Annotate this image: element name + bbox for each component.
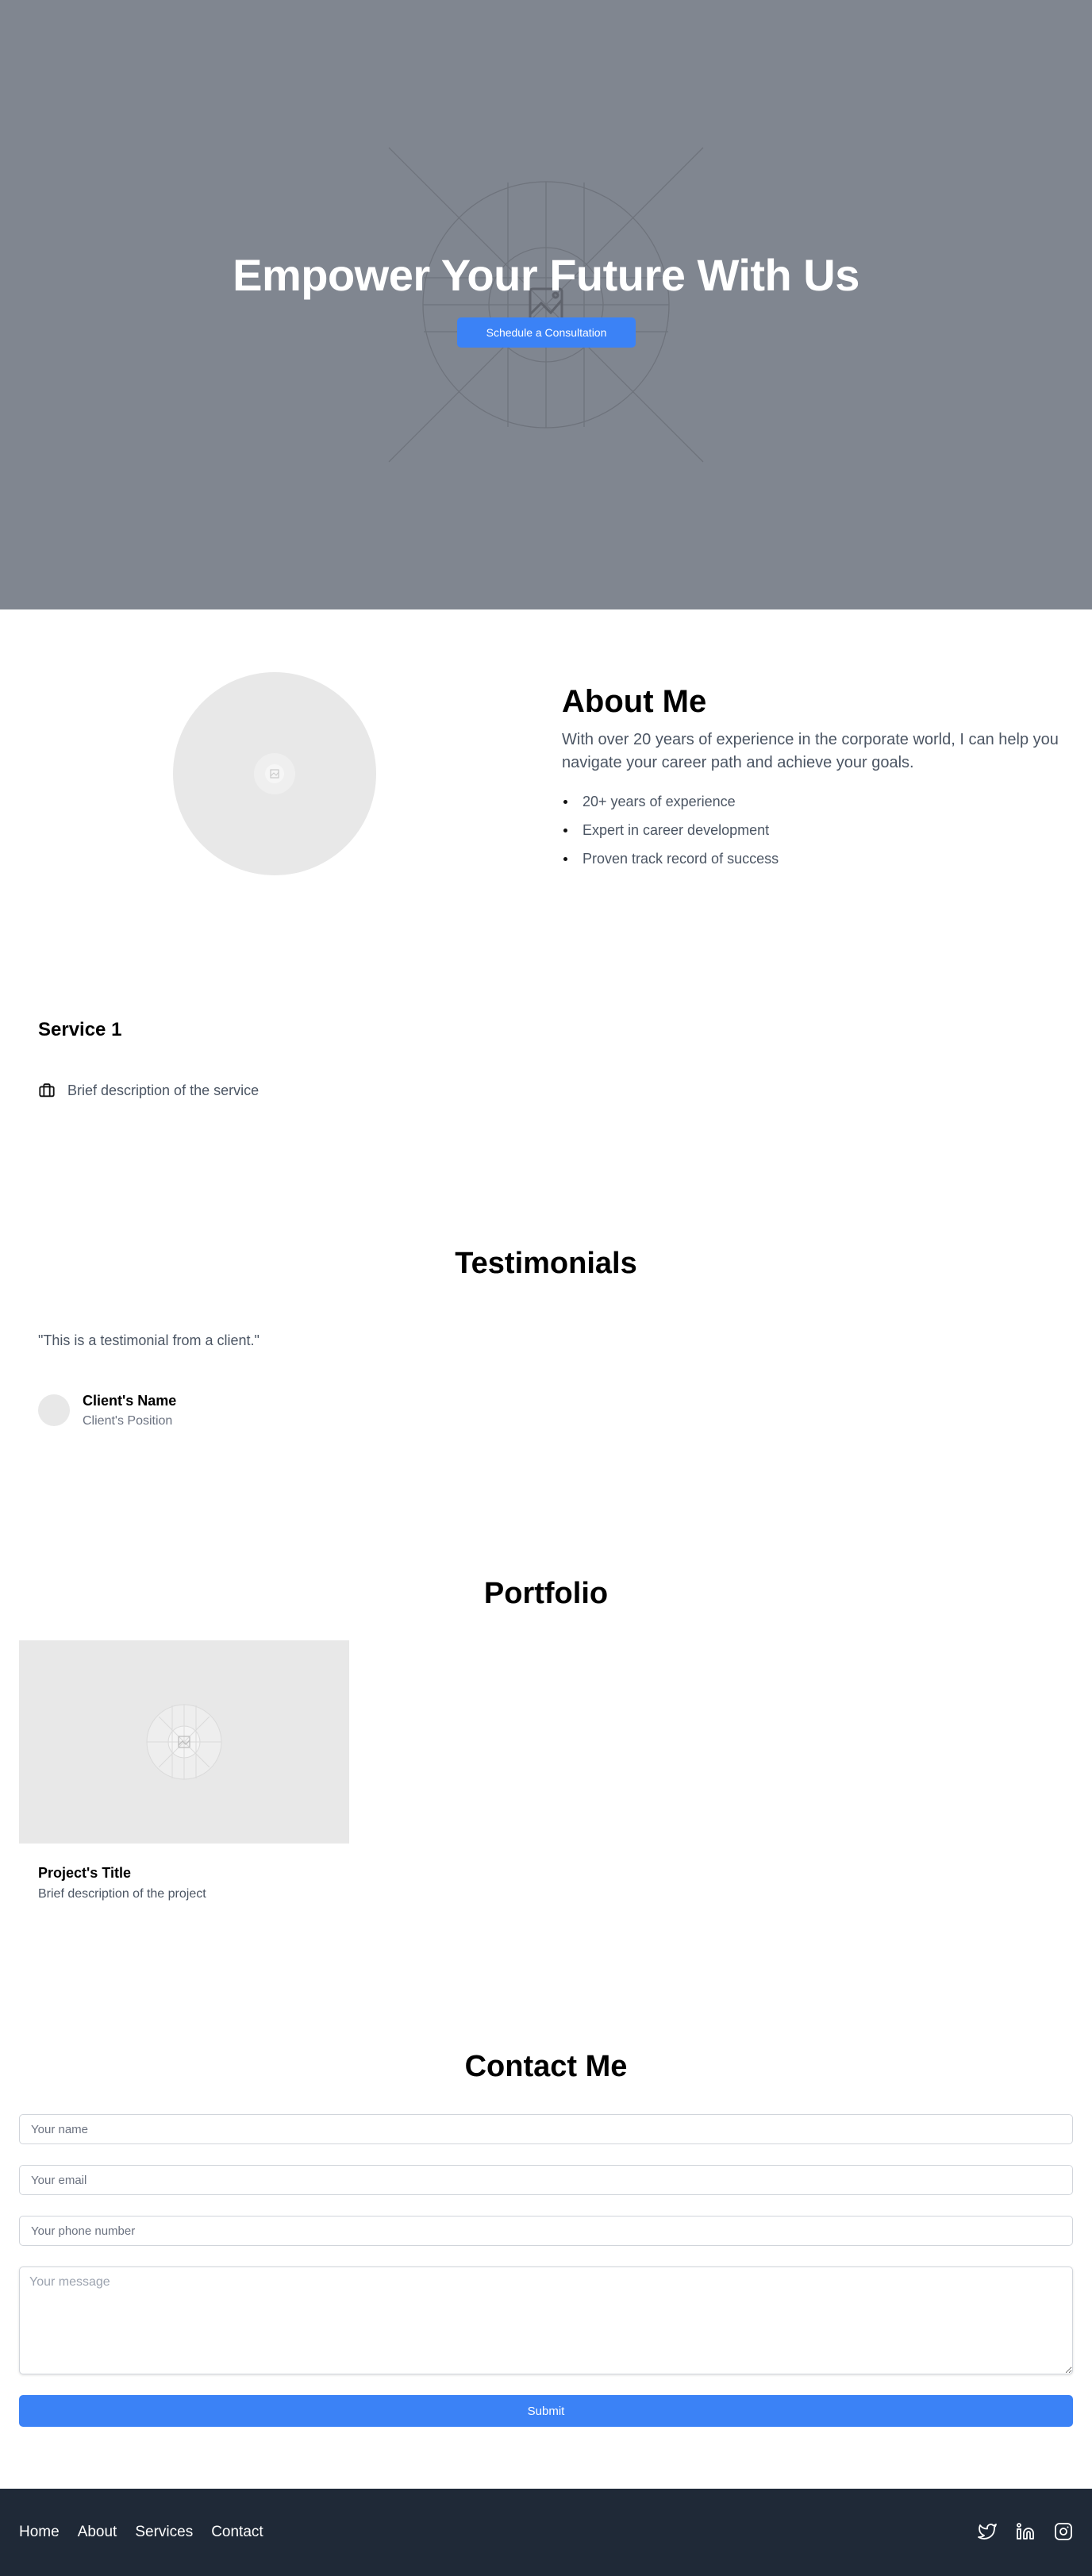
email-field[interactable] [19,2165,1073,2195]
list-item: Proven track record of success [562,844,779,873]
about-text: With over 20 years of experience in the … [562,731,1059,771]
footer-nav: Home About Services Contact [19,2522,263,2543]
hero-placeholder-image-icon [388,147,704,463]
about-title: About Me [562,684,707,719]
linkedin-icon[interactable] [1016,2522,1035,2541]
project-title: Project's Title [38,1865,131,1881]
project-description: Brief description of the project [38,1887,206,1901]
list-item: 20+ years of experience [562,787,779,816]
name-field[interactable] [19,2114,1073,2144]
hero-title: Empower Your Future With Us [233,250,859,300]
avatar [38,1394,70,1426]
instagram-icon[interactable] [1054,2522,1073,2541]
phone-field[interactable] [19,2216,1073,2246]
footer: Home About Services Contact [0,2489,1092,2576]
service-description: Brief description of the service [67,1082,260,1098]
footer-link-services[interactable]: Services [135,2522,193,2543]
footer-link-about[interactable]: About [78,2522,117,2543]
service-title: Service 1 [38,1019,122,1040]
service-item: Brief description of the service [38,1078,259,1102]
social-links [978,2522,1073,2541]
list-item: Expert in career development [562,816,779,844]
submit-button[interactable]: Submit [19,2395,1073,2427]
message-field[interactable] [19,2266,1073,2374]
image-placeholder-icon [254,753,295,794]
footer-link-contact[interactable]: Contact [211,2522,263,2543]
client-name: Client's Name [83,1393,177,1409]
briefcase-icon [39,1083,55,1098]
schedule-consultation-button[interactable]: Schedule a Consultation [457,317,636,348]
client-position: Client's Position [83,1414,173,1428]
about-highlights: 20+ years of experience Expert in career… [562,787,779,873]
project-image [19,1640,349,1844]
footer-link-home[interactable]: Home [19,2522,60,2543]
portfolio-title: Portfolio [483,1577,609,1610]
testimonial-quote: "This is a testimonial from a client." [38,1332,260,1348]
testimonials-title: Testimonials [455,1247,637,1280]
about-photo [173,672,376,875]
image-placeholder-icon [146,1704,222,1780]
hero-section: Empower Your Future With Us Schedule a C… [0,0,1092,609]
contact-title: Contact Me [464,2050,628,2083]
twitter-icon[interactable] [978,2522,997,2541]
